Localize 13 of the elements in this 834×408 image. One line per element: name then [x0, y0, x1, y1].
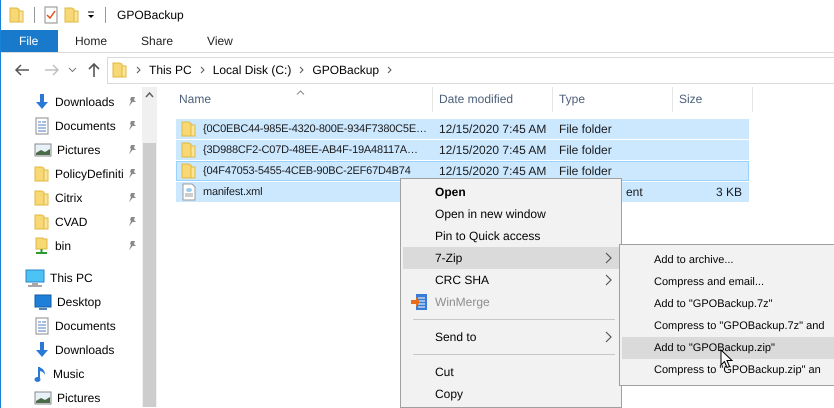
window-title: GPOBackup	[117, 8, 184, 22]
file-type: ent	[626, 185, 643, 199]
file-type: File folder	[559, 164, 612, 178]
date-modified: 12/15/2020 7:45 AM	[439, 164, 546, 178]
file-type: File folder	[559, 122, 612, 136]
file-name: {04F47053-5455-4CEB-90BC-2EF67D4B74	[203, 165, 411, 177]
date-modified: 12/15/2020 7:45 AM	[439, 122, 546, 136]
file-name: {0C0EBC44-985E-4320-800E-934F7380C5E…	[203, 123, 427, 135]
file-type: File folder	[559, 143, 612, 157]
file-name: manifest.xml	[203, 186, 262, 198]
date-modified: 12/15/2020 7:45 AM	[439, 143, 546, 157]
file-name: {3D988CF2-C07D-48EE-AB4F-19A48117A…	[203, 144, 418, 156]
file-size: 3 KB	[716, 185, 742, 199]
